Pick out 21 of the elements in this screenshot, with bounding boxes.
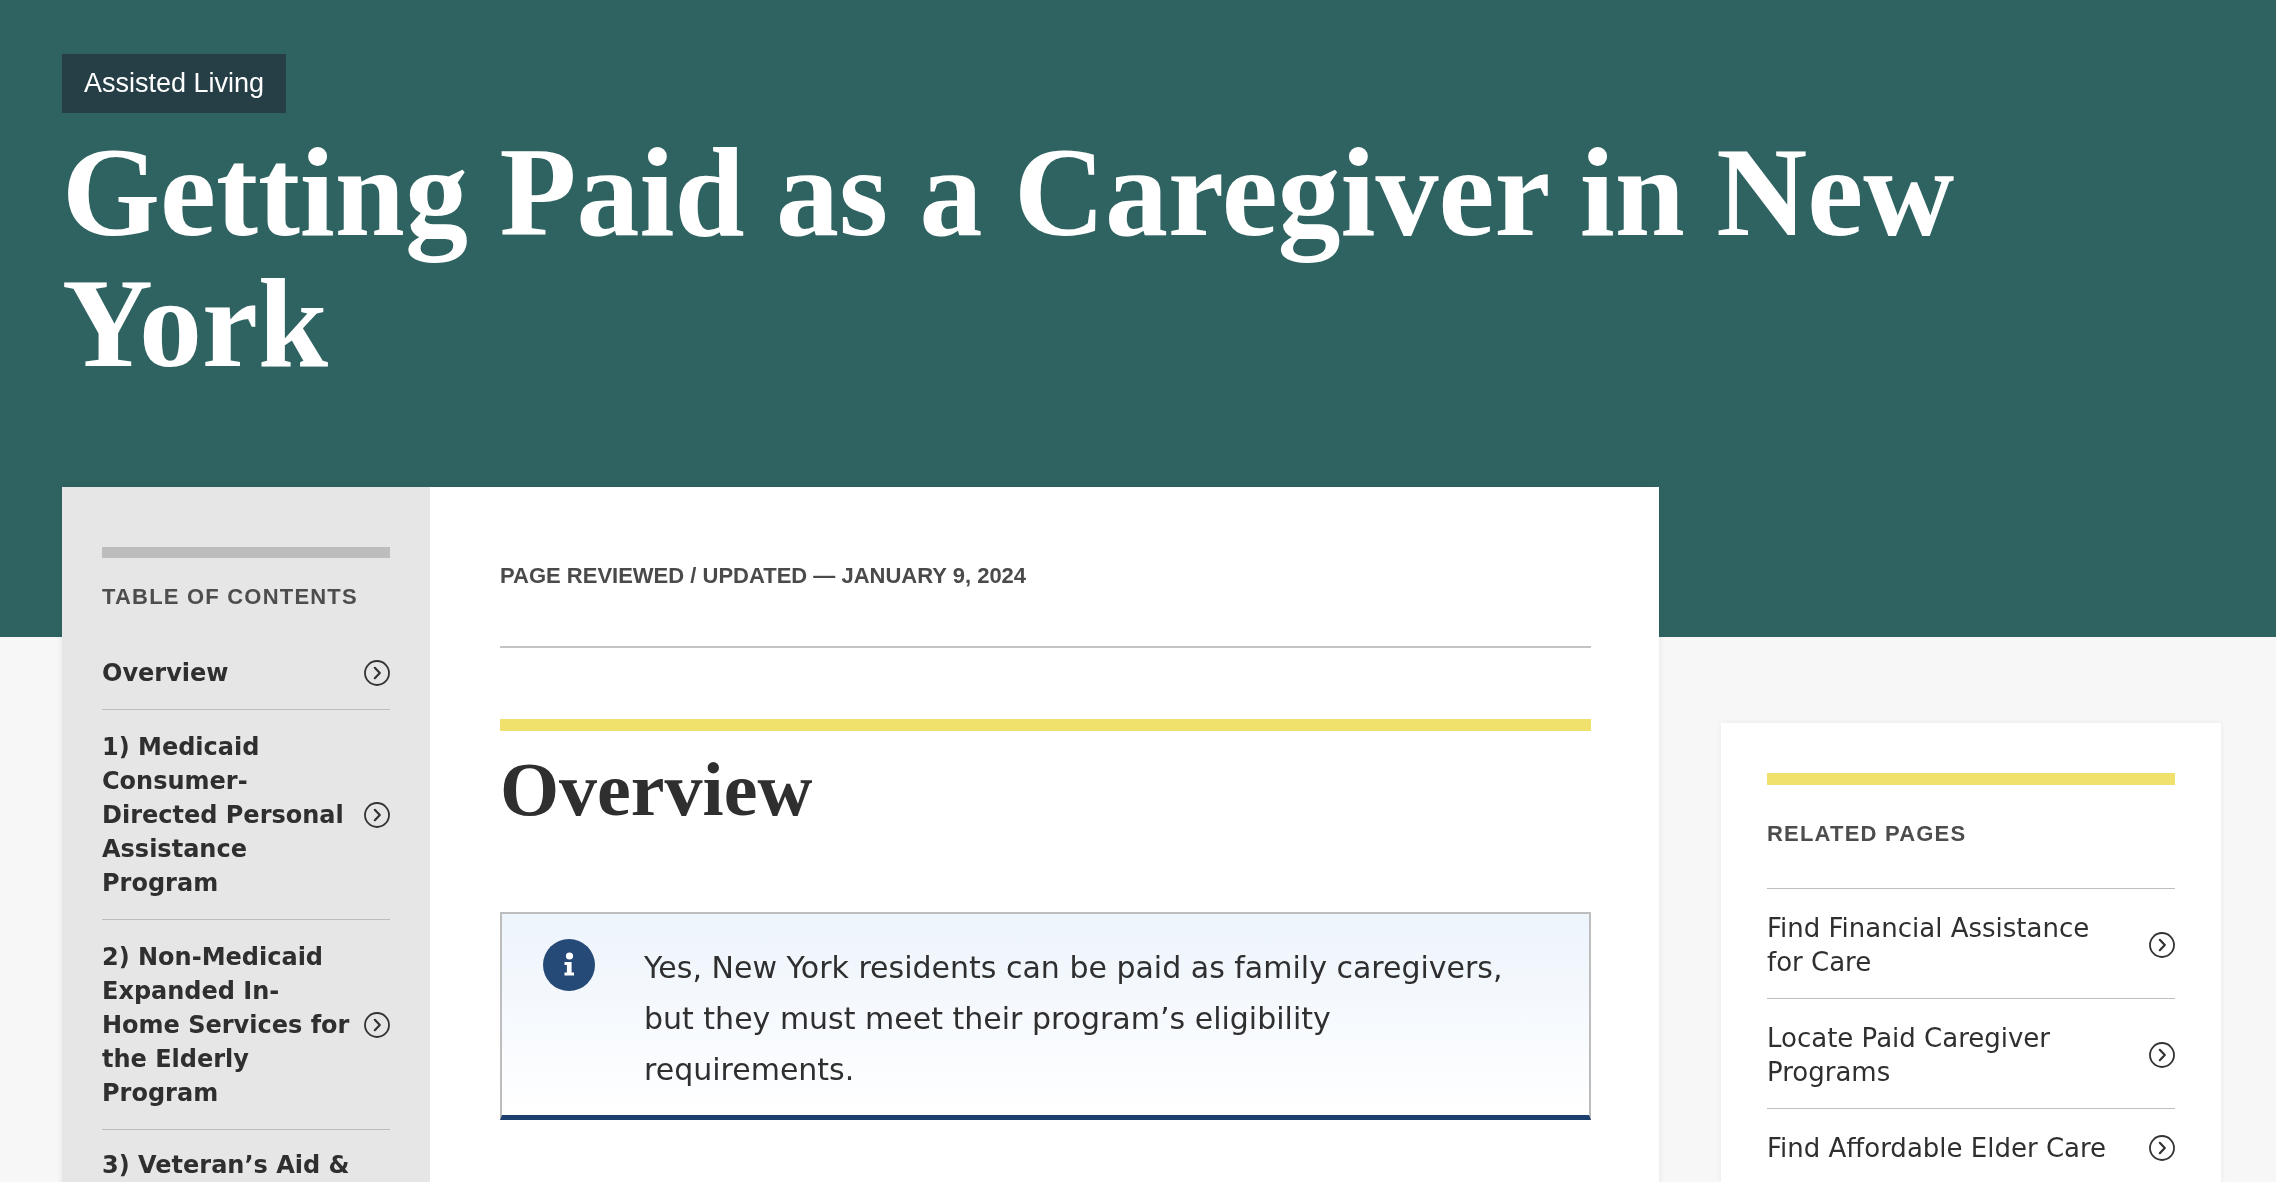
chevron-circle-icon xyxy=(364,802,390,828)
chevron-circle-icon xyxy=(2149,932,2175,958)
toc-link[interactable]: 1) Medicaid Consumer-Directed Personal Assistance Program xyxy=(102,710,390,919)
category-tag[interactable]: Assisted Living xyxy=(62,54,287,113)
chevron-circle-icon xyxy=(364,660,390,686)
related-heading: RELATED PAGES xyxy=(1767,820,1968,848)
related-link[interactable]: Locate Paid Caregiver Programs xyxy=(1767,999,2175,1108)
chevron-circle-icon xyxy=(2149,1135,2175,1161)
chevron-circle-icon xyxy=(2149,1042,2175,1068)
review-date: PAGE REVIEWED / UPDATED — JANUARY 9, 2024 xyxy=(500,562,1028,590)
toc-link[interactable]: 2) Non-Medicaid Expanded In-Home Services for the Elderly Program xyxy=(102,920,390,1129)
toc-heading: TABLE OF CONTENTS xyxy=(102,583,359,611)
info-icon xyxy=(543,939,595,991)
related-link[interactable]: Find Financial Assistance for Care xyxy=(1767,889,2175,998)
toc-link[interactable]: Overview xyxy=(102,656,390,709)
section-heading: Overview xyxy=(500,751,814,827)
toc-link[interactable]: 3) Veteran’s Aid & xyxy=(102,1130,390,1182)
related-link[interactable]: Find Affordable Elder Care xyxy=(1767,1109,2175,1182)
callout-text: Yes, New York residents can be paid as family caregivers, but they must meet their program’s eligibility requirements. xyxy=(644,949,1504,1089)
page-title: Getting Paid as a Caregiver in New York xyxy=(62,127,1956,389)
chevron-circle-icon xyxy=(364,1012,390,1038)
